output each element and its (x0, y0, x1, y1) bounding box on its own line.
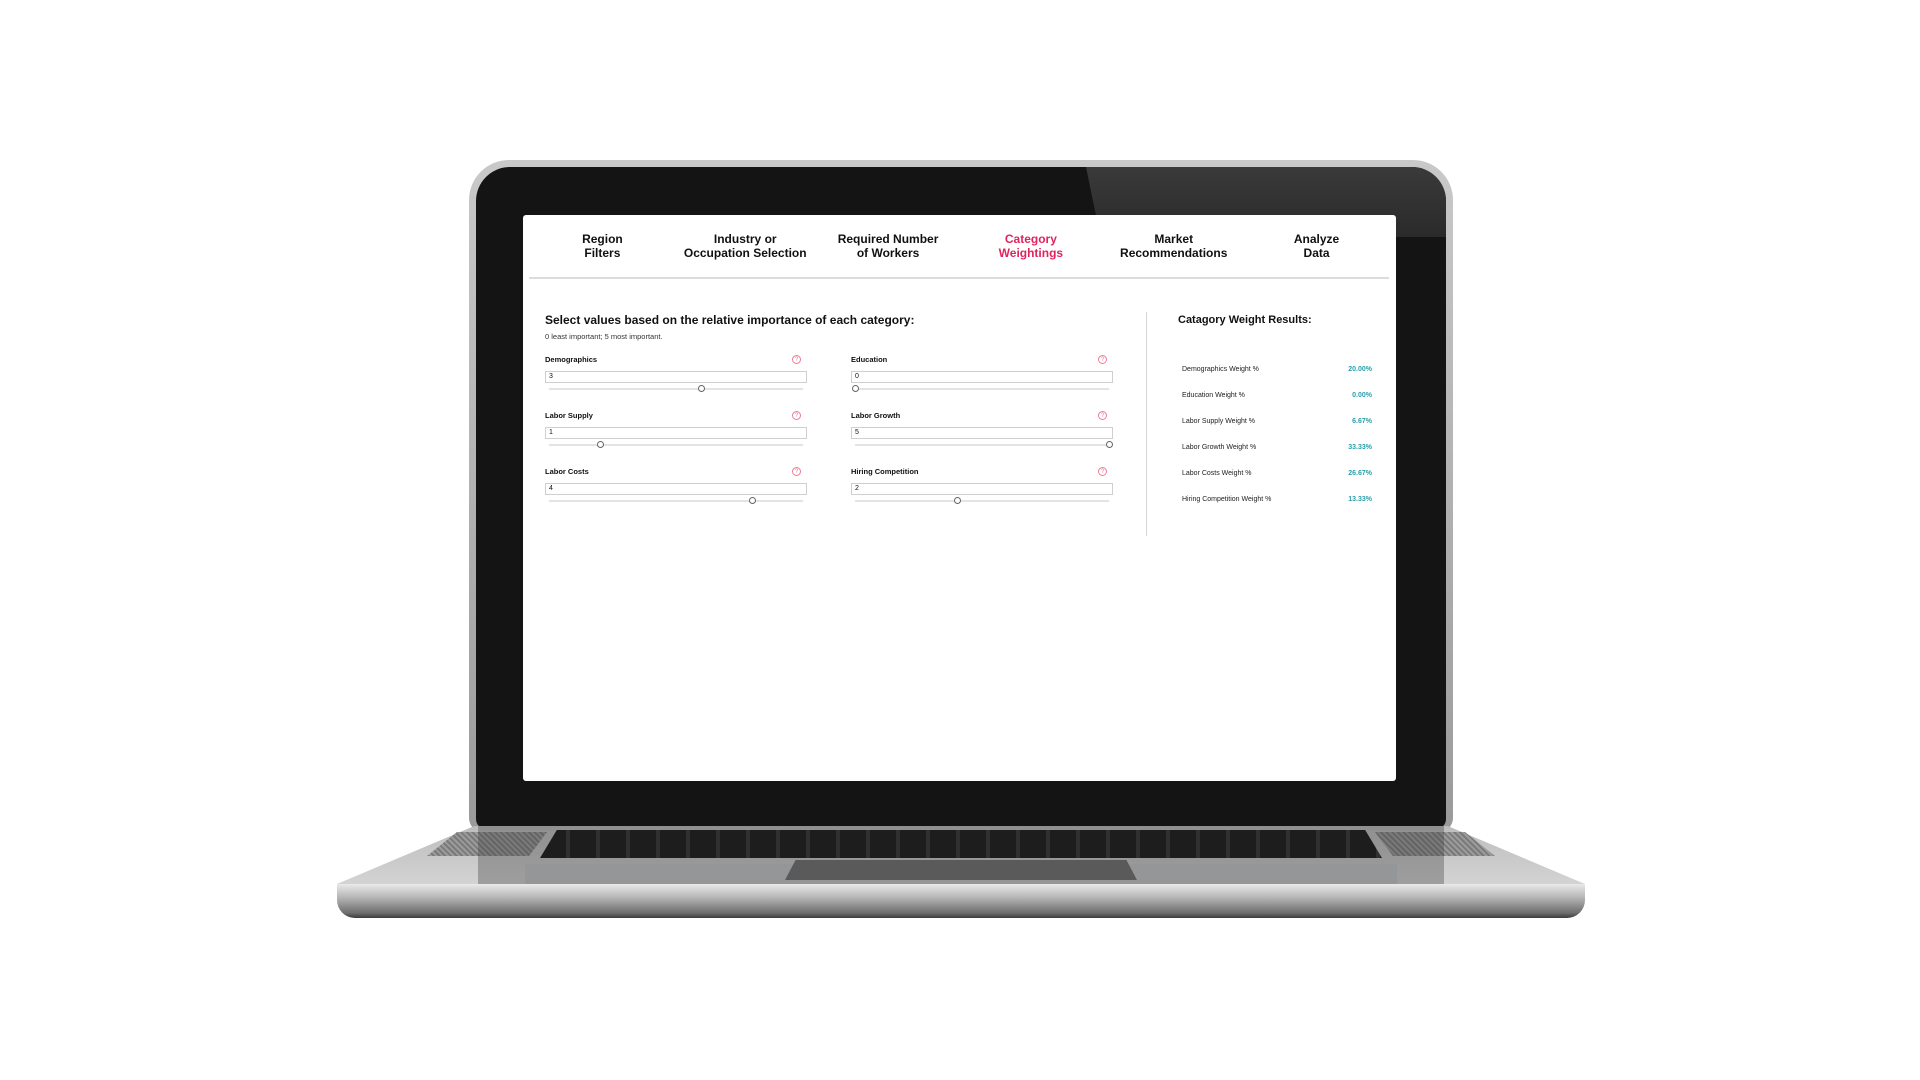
laptop-front-edge (337, 884, 1585, 918)
slider-track (549, 500, 803, 502)
education-slider[interactable] (852, 383, 1109, 395)
result-value: 6.67% (1352, 417, 1372, 425)
results-list: Demographics Weight % 20.00% Education W… (1178, 356, 1378, 512)
labor-costs-slider[interactable] (549, 495, 803, 507)
field-labor-supply: Labor Supply ? (545, 409, 807, 451)
result-row: Education Weight % 0.00% (1178, 382, 1378, 408)
slider-track (549, 388, 803, 390)
slider-track (855, 444, 1109, 446)
laptop-base (337, 826, 1585, 918)
help-icon[interactable]: ? (792, 466, 801, 476)
field-label: Labor Costs (545, 466, 589, 476)
slider-thumb[interactable] (852, 385, 859, 392)
slider-track (855, 388, 1109, 390)
result-row: Demographics Weight % 20.00% (1178, 356, 1378, 382)
help-icon[interactable]: ? (1098, 466, 1107, 476)
speaker-grille-left (427, 832, 547, 856)
wizard-nav: Region Filters Industry or Occupation Se… (523, 215, 1396, 277)
slider-thumb[interactable] (596, 441, 604, 448)
result-value: 0.00% (1352, 391, 1372, 399)
field-label: Labor Growth (851, 410, 901, 420)
slider-thumb[interactable] (953, 497, 961, 504)
result-row: Hiring Competition Weight % 13.33% (1178, 486, 1378, 512)
labor-growth-slider[interactable] (855, 439, 1113, 451)
field-label: Hiring Competition (851, 466, 919, 476)
weights-grid: Demographics ? Education ? (545, 353, 1115, 507)
tab-category-weightings[interactable]: Category Weightings (961, 232, 1101, 260)
help-icon[interactable]: ? (792, 354, 801, 364)
tab-region-filters[interactable]: Region Filters (532, 232, 672, 260)
demographics-input[interactable] (545, 370, 807, 383)
weight-results-panel: Catagory Weight Results: Demographics We… (1178, 314, 1378, 512)
field-labor-growth: Labor Growth ? (851, 409, 1113, 451)
result-label: Hiring Competition Weight % (1182, 495, 1272, 503)
education-input[interactable] (851, 370, 1113, 383)
result-row: Labor Supply Weight % 6.67% (1178, 408, 1378, 434)
field-label: Education (851, 354, 888, 364)
weights-heading: Select values based on the relative impo… (545, 313, 915, 327)
tab-industry-occupation[interactable]: Industry or Occupation Selection (675, 232, 815, 260)
result-value: 33.33% (1348, 443, 1372, 451)
slider-track (855, 500, 1109, 502)
vertical-separator (1146, 312, 1147, 536)
nav-divider (529, 277, 1389, 279)
slider-thumb[interactable] (1106, 441, 1113, 448)
laptop-screen: Region Filters Industry or Occupation Se… (523, 215, 1396, 781)
result-row: Labor Growth Weight % 33.33% (1178, 434, 1378, 460)
weights-subheading: 0 least important; 5 most important. (545, 332, 663, 341)
labor-supply-input[interactable] (545, 426, 807, 439)
field-education: Education ? (851, 353, 1113, 395)
help-icon[interactable]: ? (1098, 354, 1107, 364)
result-label: Labor Costs Weight % (1182, 469, 1252, 477)
slider-thumb[interactable] (698, 385, 706, 392)
trackpad (785, 860, 1137, 880)
keyboard (540, 830, 1382, 858)
labor-costs-input[interactable] (545, 482, 807, 495)
result-label: Demographics Weight % (1182, 365, 1259, 373)
result-value: 13.33% (1348, 495, 1372, 503)
hiring-competition-slider[interactable] (855, 495, 1109, 507)
weights-form: Select values based on the relative impo… (545, 313, 1115, 507)
tab-market-recommendations[interactable]: Market Recommendations (1104, 232, 1244, 260)
field-label: Demographics (545, 354, 598, 364)
field-label: Labor Supply (545, 410, 593, 420)
result-value: 26.67% (1348, 469, 1372, 477)
result-label: Labor Growth Weight % (1182, 443, 1257, 451)
hiring-competition-input[interactable] (851, 482, 1113, 495)
help-icon[interactable]: ? (792, 410, 801, 420)
help-icon[interactable]: ? (1098, 410, 1107, 420)
field-labor-costs: Labor Costs ? (545, 465, 807, 507)
result-label: Labor Supply Weight % (1182, 417, 1256, 425)
results-title: Catagory Weight Results: (1178, 314, 1312, 326)
demographics-slider[interactable] (549, 383, 803, 395)
result-value: 20.00% (1348, 365, 1372, 373)
tab-analyze-data[interactable]: Analyze Data (1247, 232, 1387, 260)
result-row: Labor Costs Weight % 26.67% (1178, 460, 1378, 486)
slider-track (549, 444, 803, 446)
labor-growth-input[interactable] (851, 426, 1113, 439)
speaker-grille-right (1375, 832, 1495, 856)
labor-supply-slider[interactable] (549, 439, 803, 451)
tab-required-workers[interactable]: Required Number of Workers (818, 232, 958, 260)
slider-thumb[interactable] (749, 497, 757, 504)
field-hiring-competition: Hiring Competition ? (851, 465, 1113, 507)
result-label: Education Weight % (1182, 391, 1245, 399)
field-demographics: Demographics ? (545, 353, 807, 395)
